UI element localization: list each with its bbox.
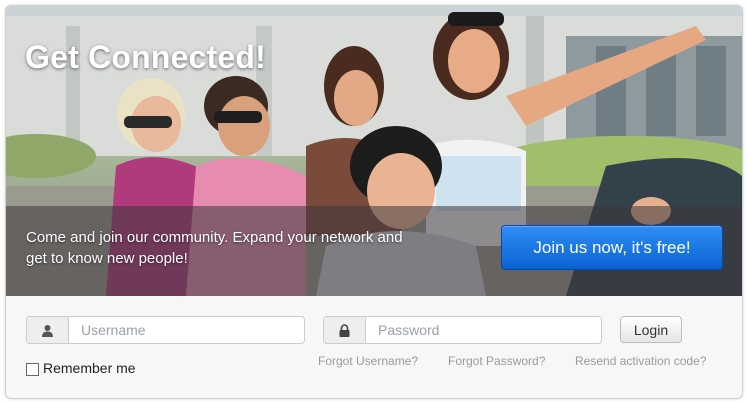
login-form: Login Remember me Forgot Username? Forgo… <box>6 296 742 398</box>
remember-me: Remember me <box>26 360 136 376</box>
join-button[interactable]: Join us now, it's free! <box>501 225 723 270</box>
remember-me-label[interactable]: Remember me <box>43 360 136 376</box>
user-icon <box>27 317 69 343</box>
hero-title: Get Connected! <box>25 39 267 75</box>
signup-widget: Get Connected! Come and join our communi… <box>5 5 743 399</box>
username-input[interactable] <box>69 317 304 343</box>
username-field <box>26 316 305 344</box>
hero-tagline: Come and join our community. Expand your… <box>26 229 403 267</box>
login-button[interactable]: Login <box>620 316 682 343</box>
forgot-username-link[interactable]: Forgot Username? <box>318 354 418 368</box>
hero-banner: Get Connected! Come and join our communi… <box>6 6 742 296</box>
lock-icon <box>324 317 366 343</box>
remember-me-checkbox[interactable] <box>26 363 39 376</box>
forgot-password-link[interactable]: Forgot Password? <box>448 354 545 368</box>
password-field <box>323 316 602 344</box>
password-input[interactable] <box>366 317 601 343</box>
resend-activation-link[interactable]: Resend activation code? <box>575 354 706 368</box>
